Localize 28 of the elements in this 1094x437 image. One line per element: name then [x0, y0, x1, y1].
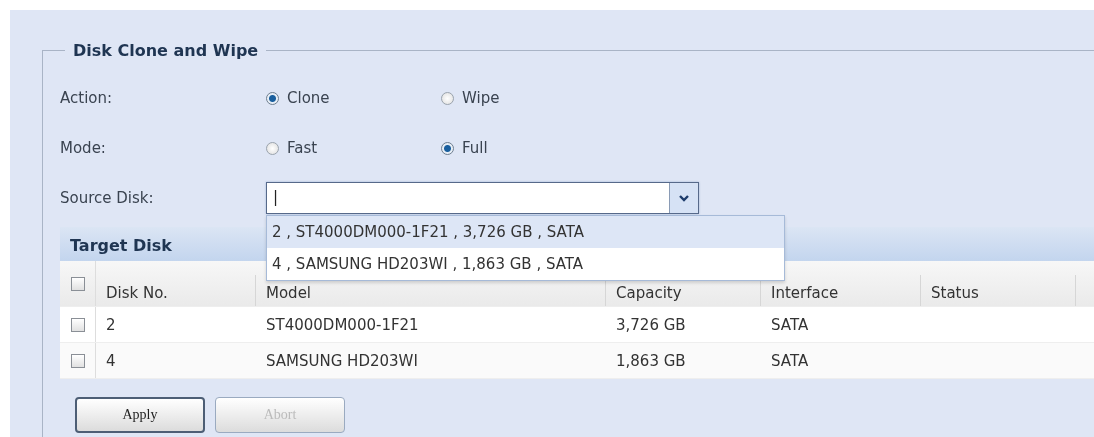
field-label: Source Disk: — [60, 189, 155, 207]
column-header[interactable]: Interface — [761, 275, 921, 306]
section-title: Disk Clone and Wipe — [65, 41, 267, 60]
table-cell-text: ST4000DM000-1F21 — [265, 314, 420, 336]
table-cell-text: 2 — [105, 314, 117, 336]
field-label: Mode: — [60, 139, 107, 157]
action-button[interactable]: Apply — [75, 397, 205, 433]
checkbox[interactable] — [70, 276, 85, 291]
source-disk-dropdown[interactable]: | — [266, 182, 699, 214]
radio-option[interactable]: Fast — [266, 139, 441, 157]
table-cell-text: 4 — [105, 350, 117, 372]
column-header[interactable]: Model — [256, 275, 606, 306]
radio-option[interactable]: Wipe — [441, 89, 616, 107]
table-cell-text: SATA — [770, 314, 810, 336]
checkbox[interactable] — [70, 317, 85, 332]
table-cell-text: SATA — [770, 350, 810, 372]
column-header[interactable]: Capacity — [606, 275, 761, 306]
column-header[interactable]: Status — [921, 275, 1076, 306]
radio-option[interactable]: Full — [441, 139, 616, 157]
table-cell-text: 3,726 GB — [615, 314, 687, 336]
field-label: Action: — [60, 89, 114, 107]
chevron-down-icon[interactable] — [669, 183, 698, 213]
checkbox[interactable] — [70, 353, 85, 368]
table-cell-text: SAMSUNG HD203WI — [265, 350, 419, 372]
dropdown-option[interactable]: 2 , ST4000DM000-1F21 , 3,726 GB , SATA — [267, 216, 784, 248]
radio-option[interactable]: Clone — [266, 89, 441, 107]
column-header[interactable]: Disk No. — [96, 275, 256, 306]
table-cell-text: 1,863 GB — [615, 350, 687, 372]
